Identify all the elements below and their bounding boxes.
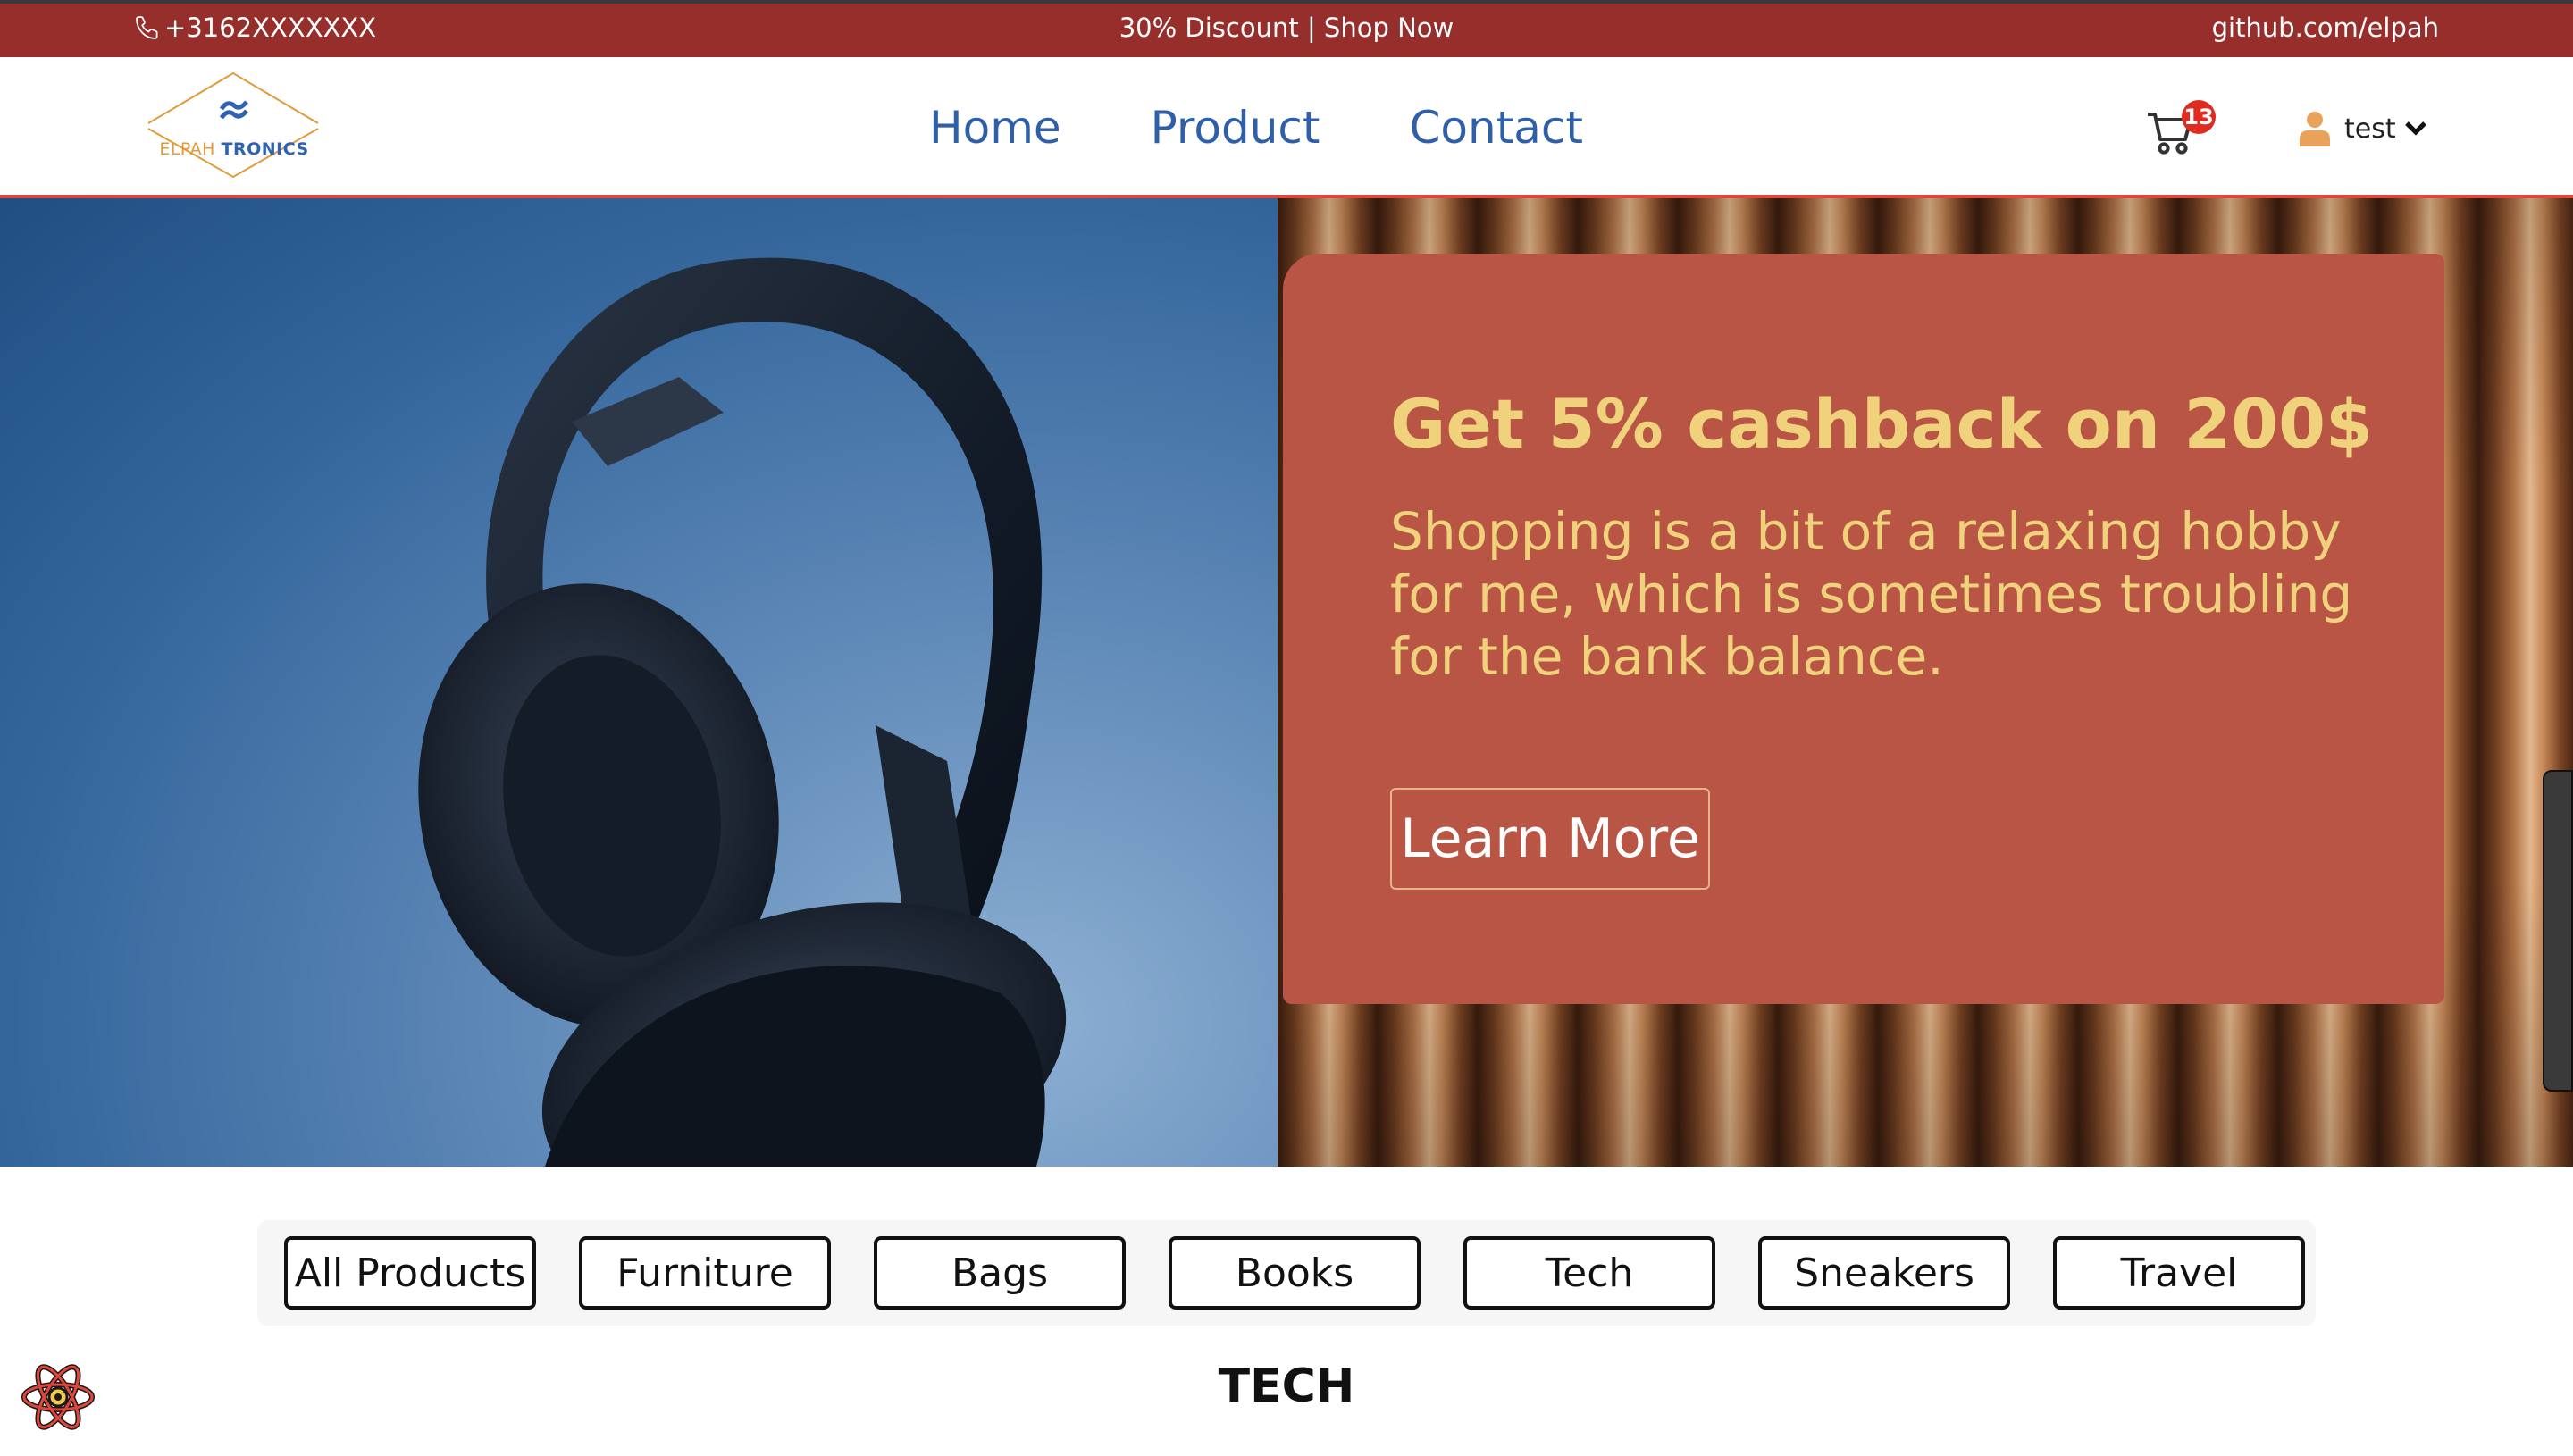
nav-links: Home Product Contact bbox=[929, 102, 1583, 154]
category-books-button[interactable]: Books bbox=[1169, 1236, 1421, 1310]
hero-banner: Get 5% cashback on 200$ Shopping is a bi… bbox=[0, 198, 2573, 1167]
phone-contact[interactable]: +3162XXXXXXX bbox=[134, 13, 376, 43]
logo-diamond-icon bbox=[147, 71, 319, 179]
phone-number: +3162XXXXXXX bbox=[164, 13, 377, 43]
category-sneakers-button[interactable]: Sneakers bbox=[1758, 1236, 2010, 1310]
cart-button[interactable]: 13 bbox=[2146, 100, 2217, 159]
chevron-down-icon[interactable] bbox=[2404, 121, 2426, 136]
promo-card: Get 5% cashback on 200$ Shopping is a bi… bbox=[1283, 254, 2444, 1004]
user-menu[interactable]: test bbox=[2300, 111, 2426, 146]
nav-link-product[interactable]: Product bbox=[1151, 102, 1320, 154]
top-announcement-bar: +3162XXXXXXX 30% Discount | Shop Now git… bbox=[0, 0, 2573, 57]
promo-title: Get 5% cashback on 200$ bbox=[1390, 384, 2373, 464]
nav-link-home[interactable]: Home bbox=[929, 102, 1061, 154]
cart-count-badge: 13 bbox=[2182, 100, 2216, 134]
github-link[interactable]: github.com/elpah bbox=[2212, 13, 2439, 43]
headphones-image bbox=[418, 257, 1067, 1167]
react-devtools-icon[interactable] bbox=[20, 1361, 96, 1433]
category-furniture-button[interactable]: Furniture bbox=[579, 1236, 831, 1310]
discount-banner-text[interactable]: 30% Discount | Shop Now bbox=[1119, 13, 1454, 43]
category-bags-button[interactable]: Bags bbox=[874, 1236, 1126, 1310]
category-travel-button[interactable]: Travel bbox=[2053, 1236, 2305, 1310]
section-title-wrapper: TECH bbox=[0, 1360, 2573, 1413]
category-tech-button[interactable]: Tech bbox=[1463, 1236, 1715, 1310]
side-scroll-handle[interactable] bbox=[2543, 770, 2573, 1092]
phone-icon bbox=[136, 16, 158, 39]
logo-word-elpah: ELPAH bbox=[159, 139, 215, 159]
nav-link-contact[interactable]: Contact bbox=[1410, 102, 1584, 154]
category-all-products-button[interactable]: All Products bbox=[284, 1236, 536, 1310]
logo-wordmark: ELPAH TRONICS bbox=[148, 139, 320, 159]
user-name: test bbox=[2344, 113, 2396, 145]
learn-more-button[interactable]: Learn More bbox=[1390, 788, 1710, 890]
brand-logo[interactable]: ELPAH TRONICS bbox=[145, 70, 322, 180]
category-filter-bar: All Products Furniture Bags Books Tech S… bbox=[257, 1220, 2316, 1326]
logo-word-tronics: TRONICS bbox=[221, 139, 309, 159]
main-navbar: ELPAH TRONICS Home Product Contact 13 te… bbox=[0, 57, 2573, 198]
hero-image-background bbox=[0, 198, 1278, 1167]
promo-description: Shopping is a bit of a relaxing hobby fo… bbox=[1390, 501, 2353, 687]
user-icon bbox=[2300, 112, 2330, 146]
section-title: TECH bbox=[1218, 1360, 1355, 1413]
